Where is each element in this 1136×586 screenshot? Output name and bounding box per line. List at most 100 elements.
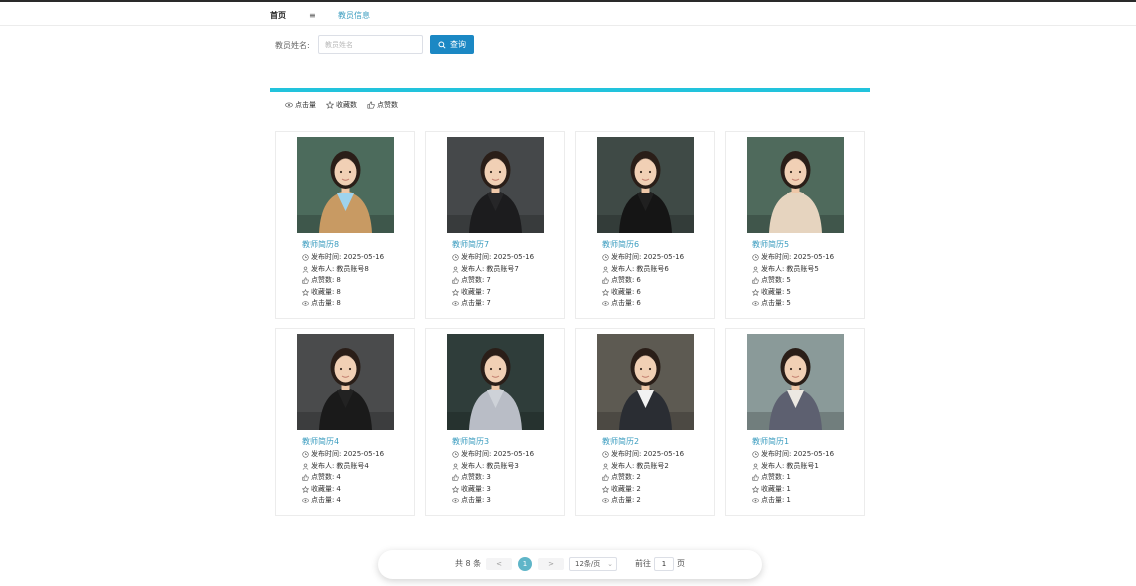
publisher-value: 教员账号7 <box>486 265 519 273</box>
publish-time: 发布时间: 2025-05-16 <box>602 252 684 262</box>
thumb-up-icon <box>302 276 309 284</box>
pagination-prev-button[interactable]: < <box>486 558 512 570</box>
favorites-count: 收藏量: 6 <box>602 287 641 297</box>
breadcrumb-home[interactable]: 首页 <box>270 11 286 21</box>
publish-time-label: 发布时间: <box>311 450 342 458</box>
likes-count-value: 7 <box>486 276 491 284</box>
publisher-label: 发布人: <box>311 462 335 470</box>
sort-likes-label: 点赞数 <box>377 101 398 109</box>
likes-count-value: 5 <box>786 276 791 284</box>
card-title[interactable]: 教师简历8 <box>302 239 339 250</box>
clicks-count-label: 点击量: <box>311 496 335 504</box>
publish-time-value: 2025-05-16 <box>793 450 835 458</box>
teacher-photo[interactable] <box>447 137 544 233</box>
resume-card[interactable]: 教师简历8 发布时间: 2025-05-16 发布人: 教员账号8 点赞数: 8 收藏量: 8 点… <box>275 131 415 319</box>
user-icon <box>302 266 309 273</box>
favorites-count-value: 1 <box>786 485 791 493</box>
eye-icon <box>452 300 459 306</box>
sort-options: 点击量 收藏数 点赞数 <box>285 100 398 110</box>
sort-favorites-label: 收藏数 <box>336 101 357 109</box>
likes-count-label: 点赞数: <box>611 276 635 284</box>
page-size-select[interactable]: 12条/页 ⌄ <box>569 557 617 571</box>
teacher-photo[interactable] <box>747 137 844 233</box>
user-icon <box>752 266 759 273</box>
sort-by-favorites[interactable]: 收藏数 <box>326 100 357 110</box>
publish-time: 发布时间: 2025-05-16 <box>302 252 384 262</box>
search-input[interactable] <box>318 35 423 54</box>
teacher-photo[interactable] <box>297 137 394 233</box>
teacher-photo[interactable] <box>597 137 694 233</box>
teacher-photo[interactable] <box>447 334 544 430</box>
star-icon <box>452 288 459 296</box>
eye-icon <box>302 300 309 306</box>
search-label: 教员姓名: <box>275 41 310 50</box>
teacher-photo[interactable] <box>597 334 694 430</box>
card-title[interactable]: 教师简历5 <box>752 239 789 250</box>
publisher: 发布人: 教员账号3 <box>452 461 519 471</box>
clicks-count-label: 点击量: <box>611 496 635 504</box>
publisher-value: 教员账号3 <box>486 462 519 470</box>
card-title[interactable]: 教师简历2 <box>602 436 639 447</box>
publish-time: 发布时间: 2025-05-16 <box>602 449 684 459</box>
clicks-count-value: 1 <box>786 496 791 504</box>
thumb-up-icon <box>452 276 459 284</box>
pagination-jump-input[interactable] <box>654 557 674 571</box>
card-title[interactable]: 教师简历3 <box>452 436 489 447</box>
likes-count: 点赞数: 8 <box>302 275 341 285</box>
resume-card[interactable]: 教师简历1 发布时间: 2025-05-16 发布人: 教员账号1 点赞数: 1 收藏量: 1 点… <box>725 328 865 516</box>
clicks-count-label: 点击量: <box>461 299 485 307</box>
pagination-next-button[interactable]: > <box>538 558 564 570</box>
favorites-count-label: 收藏量: <box>611 288 635 296</box>
sort-by-clicks[interactable]: 点击量 <box>285 100 316 110</box>
thumb-up-icon <box>602 473 609 481</box>
publish-time-value: 2025-05-16 <box>343 450 385 458</box>
publisher-value: 教员账号8 <box>336 265 369 273</box>
teacher-photo-illustration <box>297 334 394 430</box>
favorites-count-label: 收藏量: <box>461 288 485 296</box>
likes-count-value: 8 <box>336 276 341 284</box>
clicks-count-value: 3 <box>486 496 491 504</box>
clicks-count: 点击量: 2 <box>602 495 641 505</box>
publish-time-value: 2025-05-16 <box>793 253 835 261</box>
favorites-count-label: 收藏量: <box>761 485 785 493</box>
star-icon <box>752 288 759 296</box>
clicks-count: 点击量: 8 <box>302 298 341 308</box>
thumb-up-icon <box>752 473 759 481</box>
publisher: 发布人: 教员账号6 <box>602 264 669 274</box>
resume-card[interactable]: 教师简历2 发布时间: 2025-05-16 发布人: 教员账号2 点赞数: 2 收藏量: 2 点… <box>575 328 715 516</box>
clock-icon <box>452 253 459 261</box>
sort-by-likes[interactable]: 点赞数 <box>367 100 398 110</box>
card-title[interactable]: 教师简历1 <box>752 436 789 447</box>
card-title[interactable]: 教师简历6 <box>602 239 639 250</box>
clicks-count: 点击量: 1 <box>752 495 791 505</box>
resume-card[interactable]: 教师简历3 发布时间: 2025-05-16 发布人: 教员账号3 点赞数: 3 收藏量: 3 点… <box>425 328 565 516</box>
search-button[interactable]: 查询 <box>430 35 474 54</box>
resume-card[interactable]: 教师简历7 发布时间: 2025-05-16 发布人: 教员账号7 点赞数: 7 收藏量: 7 点… <box>425 131 565 319</box>
favorites-count-label: 收藏量: <box>461 485 485 493</box>
publisher-value: 教员账号1 <box>786 462 819 470</box>
publish-time-value: 2025-05-16 <box>643 253 685 261</box>
resume-card[interactable]: 教师简历4 发布时间: 2025-05-16 发布人: 教员账号4 点赞数: 4 收藏量: 4 点… <box>275 328 415 516</box>
pagination-page-1[interactable]: 1 <box>518 557 532 571</box>
favorites-count: 收藏量: 7 <box>452 287 491 297</box>
teacher-photo[interactable] <box>297 334 394 430</box>
user-icon <box>452 266 459 273</box>
card-title[interactable]: 教师简历7 <box>452 239 489 250</box>
teacher-photo[interactable] <box>747 334 844 430</box>
eye-icon <box>285 102 293 108</box>
resume-card[interactable]: 教师简历5 发布时间: 2025-05-16 发布人: 教员账号5 点赞数: 5 收藏量: 5 点… <box>725 131 865 319</box>
resume-card[interactable]: 教师简历6 发布时间: 2025-05-16 发布人: 教员账号6 点赞数: 6 收藏量: 6 点… <box>575 131 715 319</box>
user-icon <box>752 463 759 470</box>
star-icon <box>326 101 334 109</box>
publisher-label: 发布人: <box>761 265 785 273</box>
clicks-count-value: 5 <box>786 299 791 307</box>
card-title[interactable]: 教师简历4 <box>302 436 339 447</box>
eye-icon <box>452 497 459 503</box>
accent-divider <box>270 88 870 92</box>
favorites-count: 收藏量: 3 <box>452 484 491 494</box>
favorites-count-label: 收藏量: <box>611 485 635 493</box>
user-icon <box>602 266 609 273</box>
clock-icon <box>302 450 309 458</box>
eye-icon <box>302 497 309 503</box>
likes-count: 点赞数: 7 <box>452 275 491 285</box>
